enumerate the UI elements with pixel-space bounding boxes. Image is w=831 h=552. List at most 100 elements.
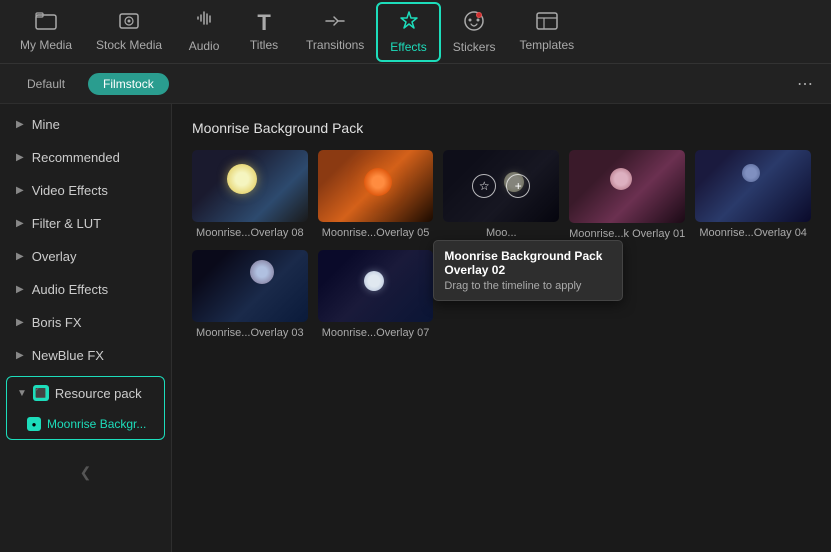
thumb-label-overlay-05: Moonrise...Overlay 05 [318, 227, 434, 239]
nav-item-titles[interactable]: T Titles [234, 6, 294, 58]
nav-item-stickers[interactable]: Stickers [441, 4, 508, 60]
main-layout: ▶ Mine ▶ Recommended ▶ Video Effects ▶ F… [0, 104, 831, 552]
resource-chevron-icon: ▼ [17, 388, 27, 399]
moon-decoration [364, 168, 392, 196]
nav-label-my-media: My Media [20, 38, 72, 52]
nav-item-my-media[interactable]: My Media [8, 6, 84, 58]
thumb-overlay-05 [318, 150, 434, 222]
filter-bar: Default Filmstock ⋯ [0, 64, 831, 104]
chevron-icon: ▶ [16, 119, 24, 130]
grid-item-overlay-01[interactable]: Moonrise...k Overlay 01 [569, 150, 685, 240]
more-options-button[interactable]: ⋯ [791, 72, 819, 96]
transitions-icon [324, 12, 346, 34]
chevron-icon: ▶ [16, 284, 24, 295]
nav-item-templates[interactable]: Templates [507, 6, 586, 58]
chevron-icon: ▶ [16, 185, 24, 196]
content-area: Moonrise Background Pack Moonrise...Over… [172, 104, 831, 552]
tooltip-desc: Drag to the timeline to apply [444, 280, 612, 292]
nav-item-stock-media[interactable]: Stock Media [84, 6, 174, 58]
resource-pack-icon: ⬛ [33, 385, 49, 401]
resource-pack-header[interactable]: ▼ ⬛ Resource pack [7, 377, 164, 409]
chevron-icon: ▶ [16, 350, 24, 361]
moon-decoration [742, 164, 760, 182]
grid-item-overlay-05[interactable]: Moonrise...Overlay 05 [318, 150, 434, 240]
top-nav: My Media Stock Media Audio T Titles Tra [0, 0, 831, 64]
thumb-overlay-08 [192, 150, 308, 222]
sidebar: ▶ Mine ▶ Recommended ▶ Video Effects ▶ F… [0, 104, 172, 552]
sidebar-label-recommended: Recommended [32, 150, 120, 165]
sidebar-sub-item-moonrise[interactable]: ● Moonrise Backgr... [7, 409, 164, 439]
chevron-icon: ▶ [16, 317, 24, 328]
nav-label-templates: Templates [519, 38, 574, 52]
sidebar-label-mine: Mine [32, 117, 60, 132]
moonrise-bg-label: Moonrise Backgr... [47, 417, 146, 431]
nav-item-audio[interactable]: Audio [174, 5, 234, 59]
grid-item-overlay-08[interactable]: Moonrise...Overlay 08 [192, 150, 308, 240]
effects-icon [398, 10, 420, 36]
thumb-label-overlay-07: Moonrise...Overlay 07 [318, 327, 434, 339]
audio-icon [195, 11, 213, 35]
filter-default[interactable]: Default [12, 73, 80, 95]
sidebar-label-overlay: Overlay [32, 249, 77, 264]
thumb-hover-icons: ☆ + [472, 174, 530, 198]
favorite-icon[interactable]: ☆ [472, 174, 496, 198]
grid-item-overlay-07[interactable]: Moonrise...Overlay 07 [318, 250, 434, 339]
my-media-icon [35, 12, 57, 34]
thumb-label-overlay-03: Moonrise...Overlay 03 [192, 327, 308, 339]
titles-icon: T [257, 12, 270, 34]
sidebar-item-newblue-fx[interactable]: ▶ NewBlue FX [0, 339, 171, 372]
resource-pack-label: Resource pack [55, 386, 142, 401]
tooltip-box: Moonrise Background Pack Overlay 02 Drag… [433, 240, 623, 301]
sidebar-label-boris-fx: Boris FX [32, 315, 82, 330]
grid-item-overlay-03[interactable]: Moonrise...Overlay 03 [192, 250, 308, 339]
thumb-overlay-02: ☆ + [443, 150, 559, 222]
nav-label-stickers: Stickers [453, 40, 496, 54]
sidebar-item-recommended[interactable]: ▶ Recommended [0, 141, 171, 174]
sidebar-label-newblue-fx: NewBlue FX [32, 348, 104, 363]
nav-item-effects[interactable]: Effects [376, 2, 440, 62]
moon-decoration [227, 164, 257, 194]
thumb-overlay-03 [192, 250, 308, 322]
moon-decoration [250, 260, 274, 284]
moon-decoration [364, 271, 384, 291]
moon-decoration [610, 168, 632, 190]
thumb-overlay-01 [569, 150, 685, 223]
sidebar-label-video-effects: Video Effects [32, 183, 108, 198]
thumb-hover-overlay: ☆ + [443, 150, 559, 222]
chevron-icon: ▶ [16, 152, 24, 163]
sidebar-item-mine[interactable]: ▶ Mine [0, 108, 171, 141]
nav-label-audio: Audio [189, 39, 220, 53]
thumb-overlay-07 [318, 250, 434, 322]
tooltip-title: Moonrise Background Pack Overlay 02 [444, 249, 612, 277]
templates-icon [536, 12, 558, 34]
chevron-icon: ▶ [16, 251, 24, 262]
chevron-icon: ▶ [16, 218, 24, 229]
sidebar-item-video-effects[interactable]: ▶ Video Effects [0, 174, 171, 207]
thumb-overlay-04 [695, 150, 811, 222]
grid-item-overlay-02[interactable]: ☆ + Moo... Moonrise Background Pack Over… [443, 150, 559, 240]
nav-label-effects: Effects [390, 40, 426, 54]
nav-label-stock-media: Stock Media [96, 38, 162, 52]
sidebar-item-filter-lut[interactable]: ▶ Filter & LUT [0, 207, 171, 240]
thumb-label-overlay-08: Moonrise...Overlay 08 [192, 227, 308, 239]
add-icon[interactable]: + [506, 174, 530, 198]
nav-label-transitions: Transitions [306, 38, 364, 52]
thumb-label-overlay-01: Moonrise...k Overlay 01 [569, 228, 685, 240]
sidebar-label-filter-lut: Filter & LUT [32, 216, 101, 231]
thumb-label-overlay-04: Moonrise...Overlay 04 [695, 227, 811, 239]
moonrise-sub-icon: ● [27, 417, 41, 431]
sidebar-collapse-button[interactable]: ❮ [72, 456, 100, 489]
stickers-icon [463, 10, 485, 36]
thumb-label-overlay-02: Moo... [443, 227, 559, 239]
sidebar-item-audio-effects[interactable]: ▶ Audio Effects [0, 273, 171, 306]
section-title: Moonrise Background Pack [192, 120, 811, 136]
sidebar-item-boris-fx[interactable]: ▶ Boris FX [0, 306, 171, 339]
sidebar-label-audio-effects: Audio Effects [32, 282, 108, 297]
filter-filmstock[interactable]: Filmstock [88, 73, 169, 95]
nav-label-titles: Titles [250, 38, 278, 52]
nav-item-transitions[interactable]: Transitions [294, 6, 376, 58]
sidebar-item-overlay[interactable]: ▶ Overlay [0, 240, 171, 273]
stock-media-icon [118, 12, 140, 34]
grid-item-overlay-04[interactable]: Moonrise...Overlay 04 [695, 150, 811, 240]
resource-pack-section: ▼ ⬛ Resource pack ● Moonrise Backgr... [6, 376, 165, 440]
